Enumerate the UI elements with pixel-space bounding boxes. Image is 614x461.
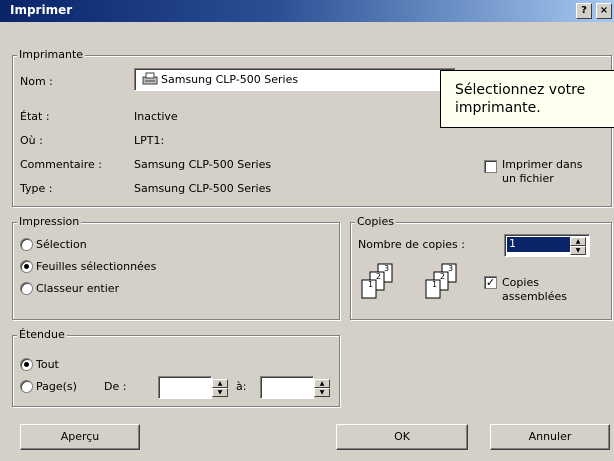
- where-value: LPT1:: [134, 134, 165, 147]
- radio-all[interactable]: [20, 358, 33, 371]
- printer-name-select[interactable]: Samsung CLP-500 Series: [134, 68, 456, 91]
- copies-count-label: Nombre de copies :: [358, 238, 465, 251]
- radio-selected-sheets[interactable]: [20, 260, 33, 273]
- type-value: Samsung CLP-500 Series: [134, 182, 272, 195]
- preview-button[interactable]: Aperçu: [20, 424, 140, 450]
- spin-up-icon[interactable]: ▲: [570, 237, 586, 246]
- radio-selection[interactable]: [20, 238, 33, 251]
- page-a-3: 3: [384, 264, 390, 273]
- from-spinner[interactable]: ▲ ▼: [212, 379, 228, 397]
- collate-label-2: assemblées: [502, 290, 567, 303]
- tooltip-line-1: Sélectionnez votre: [455, 82, 586, 98]
- help-icon: ?: [581, 5, 587, 16]
- print-to-file-label-1: Imprimer dans: [502, 158, 583, 171]
- uncollated-pages-icon: [360, 262, 402, 309]
- printer-name-label: Nom :: [20, 75, 53, 88]
- preview-label: Aperçu: [60, 430, 100, 443]
- collate-checkbox[interactable]: ✓: [484, 276, 497, 289]
- page-b-3: 3: [448, 264, 454, 273]
- print-dialog: Imprimer ? × Imprimante Nom : Samsung CL…: [0, 0, 614, 461]
- radio-selection-label: Sélection: [36, 238, 87, 251]
- copies-count-value: 1: [507, 237, 571, 252]
- where-label: Où :: [20, 134, 43, 147]
- print-to-file-label-2: un fichier: [502, 172, 554, 185]
- state-value: Inactive: [134, 110, 178, 123]
- ok-label: OK: [394, 430, 410, 443]
- cancel-button[interactable]: Annuler: [490, 424, 610, 450]
- to-label: à:: [236, 380, 247, 393]
- printer-name-value: Samsung CLP-500 Series: [161, 73, 299, 86]
- collate-label-1: Copies: [502, 276, 539, 289]
- cancel-label: Annuler: [528, 430, 572, 443]
- print-to-file-checkbox[interactable]: [484, 160, 497, 173]
- from-input[interactable]: [158, 376, 212, 399]
- printer-legend: Imprimante: [17, 48, 86, 61]
- page-b-1: 1: [432, 280, 438, 289]
- from-spin-up-icon[interactable]: ▲: [212, 379, 228, 388]
- tooltip-line-2: imprimante.: [455, 100, 541, 116]
- check-mark-icon: ✓: [485, 276, 496, 289]
- type-label: Type :: [20, 182, 53, 195]
- close-icon: ×: [599, 5, 609, 16]
- impression-legend: Impression: [17, 215, 82, 228]
- state-label: État :: [20, 110, 50, 123]
- radio-all-label: Tout: [36, 358, 59, 371]
- range-legend: Étendue: [17, 328, 67, 341]
- comment-value: Samsung CLP-500 Series: [134, 158, 272, 171]
- radio-whole-workbook[interactable]: [20, 282, 33, 295]
- dialog-title: Imprimer: [10, 3, 73, 17]
- from-spin-down-icon[interactable]: ▼: [212, 388, 228, 397]
- page-a-2: 2: [376, 272, 382, 281]
- radio-whole-workbook-label: Classeur entier: [36, 282, 120, 295]
- copies-legend: Copies: [355, 215, 396, 228]
- to-spin-down-icon[interactable]: ▼: [314, 388, 330, 397]
- close-button[interactable]: ×: [596, 3, 612, 19]
- radio-selected-sheets-label: Feuilles sélectionnées: [36, 260, 157, 273]
- ok-button[interactable]: OK: [336, 424, 468, 450]
- from-label: De :: [104, 380, 127, 393]
- printer-tooltip: Sélectionnez votre imprimante.: [440, 70, 614, 128]
- to-spin-up-icon[interactable]: ▲: [314, 379, 330, 388]
- radio-pages[interactable]: [20, 380, 33, 393]
- radio-pages-label: Page(s): [36, 380, 77, 393]
- copies-spinner[interactable]: ▲ ▼: [570, 237, 586, 255]
- collated-pages-icon: [424, 262, 466, 309]
- comment-label: Commentaire :: [20, 158, 102, 171]
- printer-icon: [141, 72, 159, 85]
- title-bar: Imprimer ? ×: [0, 0, 614, 22]
- page-a-1: 1: [368, 280, 374, 289]
- to-spinner[interactable]: ▲ ▼: [314, 379, 330, 397]
- spin-down-icon[interactable]: ▼: [570, 246, 586, 255]
- page-b-2: 2: [440, 272, 446, 281]
- to-input[interactable]: [260, 376, 314, 399]
- help-button[interactable]: ?: [576, 3, 592, 19]
